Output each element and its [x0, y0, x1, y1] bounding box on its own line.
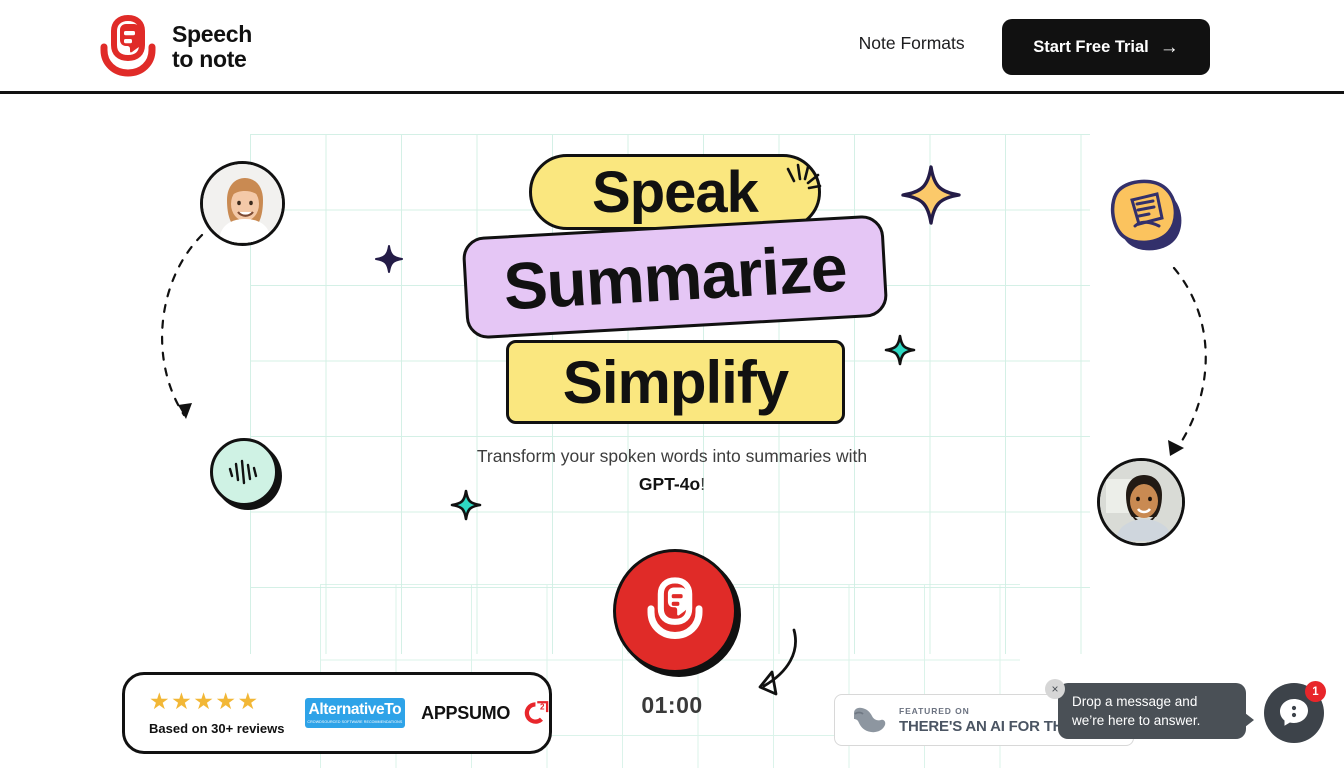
close-icon[interactable]: ×	[1045, 679, 1065, 699]
chat-bubble-icon	[1280, 699, 1308, 726]
featured-text-block: FEATURED ON THERE'S AN AI FOR THAT	[899, 706, 1082, 735]
hero-subtitle-line1: Transform your spoken words into summari…	[476, 446, 868, 466]
arrow-right-icon: →	[1159, 36, 1179, 58]
record-button[interactable]	[613, 549, 737, 673]
logo[interactable]: Speech to note	[98, 14, 252, 80]
hero-word-summarize: Summarize	[461, 214, 889, 340]
hero-word-speak-label: Speak	[592, 159, 759, 225]
page-root: Speech to note Note Formats Pricing Blog…	[0, 0, 1344, 768]
chat-tooltip: Drop a message and we’re here to answer.	[1058, 683, 1254, 739]
logo-line-2: to note	[172, 46, 247, 72]
cta-label: Start Free Trial	[1033, 37, 1149, 56]
alternativeto-label: AlternativeTo	[308, 701, 402, 718]
dashed-arc-left	[161, 233, 204, 419]
star-four-point-orange-icon	[901, 165, 961, 225]
logo-line-1: Speech	[172, 21, 253, 48]
reviews-caption: Based on 30+ reviews	[149, 721, 285, 736]
mic-note-logo-icon	[100, 14, 156, 77]
sparkle-teal-icon-2	[884, 334, 916, 366]
featured-kicker: FEATURED ON	[899, 705, 970, 716]
alternativeto-logo: AlternativeTo CROWDSOURCED SOFTWARE RECO…	[304, 698, 406, 728]
hero-subtitle: Transform your spoken words into summari…	[0, 442, 1344, 499]
avatar-woman	[200, 161, 285, 246]
stars-block: ★★★★★ Based on 30+ reviews	[149, 688, 293, 737]
site-header: Speech to note Note Formats Pricing Blog…	[0, 0, 1344, 94]
emphasis-lines-icon	[786, 163, 822, 190]
hero-section: Speak Summarize Simplify Transform your …	[0, 94, 1344, 768]
review-badge: ★★★★★ Based on 30+ reviews AlternativeTo…	[122, 672, 552, 754]
hero-subtitle-line2: GPT-4o!	[0, 470, 1344, 498]
avatar-woman-image	[203, 164, 282, 243]
appsumo-logo: APPSUMO	[421, 702, 511, 723]
sparkle-dark-icon	[375, 245, 403, 273]
hero-word-simplify-label: Simplify	[562, 348, 789, 416]
alternativeto-sublabel: CROWDSOURCED SOFTWARE RECOMMENDATIONS	[307, 720, 403, 724]
logo-text: Speech to note	[172, 22, 252, 72]
hero-subtitle-highlight: GPT-4o	[638, 474, 701, 495]
hero-word-speak: Speak	[529, 154, 822, 230]
star-rating-icon: ★★★★★	[149, 688, 260, 714]
hero-subtitle-suffix: !	[700, 474, 706, 495]
mic-note-record-icon	[647, 577, 703, 640]
chat-tooltip-line2: we’re here to answer.	[1072, 713, 1201, 729]
nav-note-formats[interactable]: Note Formats	[859, 33, 965, 54]
flexed-arm-icon	[854, 707, 886, 733]
dashed-arc-right	[1168, 266, 1207, 456]
note-pen-icon	[1110, 179, 1182, 251]
g2-logo: 2	[524, 701, 549, 724]
hero-word-summarize-label: Summarize	[501, 230, 849, 324]
start-free-trial-button[interactable]: Start Free Trial →	[1002, 19, 1210, 75]
featured-title: THERE'S AN AI FOR THAT	[899, 717, 1082, 735]
svg-text:2: 2	[540, 702, 545, 711]
chat-tooltip-line1: Drop a message and	[1072, 694, 1198, 709]
hero-word-simplify: Simplify	[506, 340, 845, 424]
chat-unread-badge: 1	[1305, 681, 1326, 702]
